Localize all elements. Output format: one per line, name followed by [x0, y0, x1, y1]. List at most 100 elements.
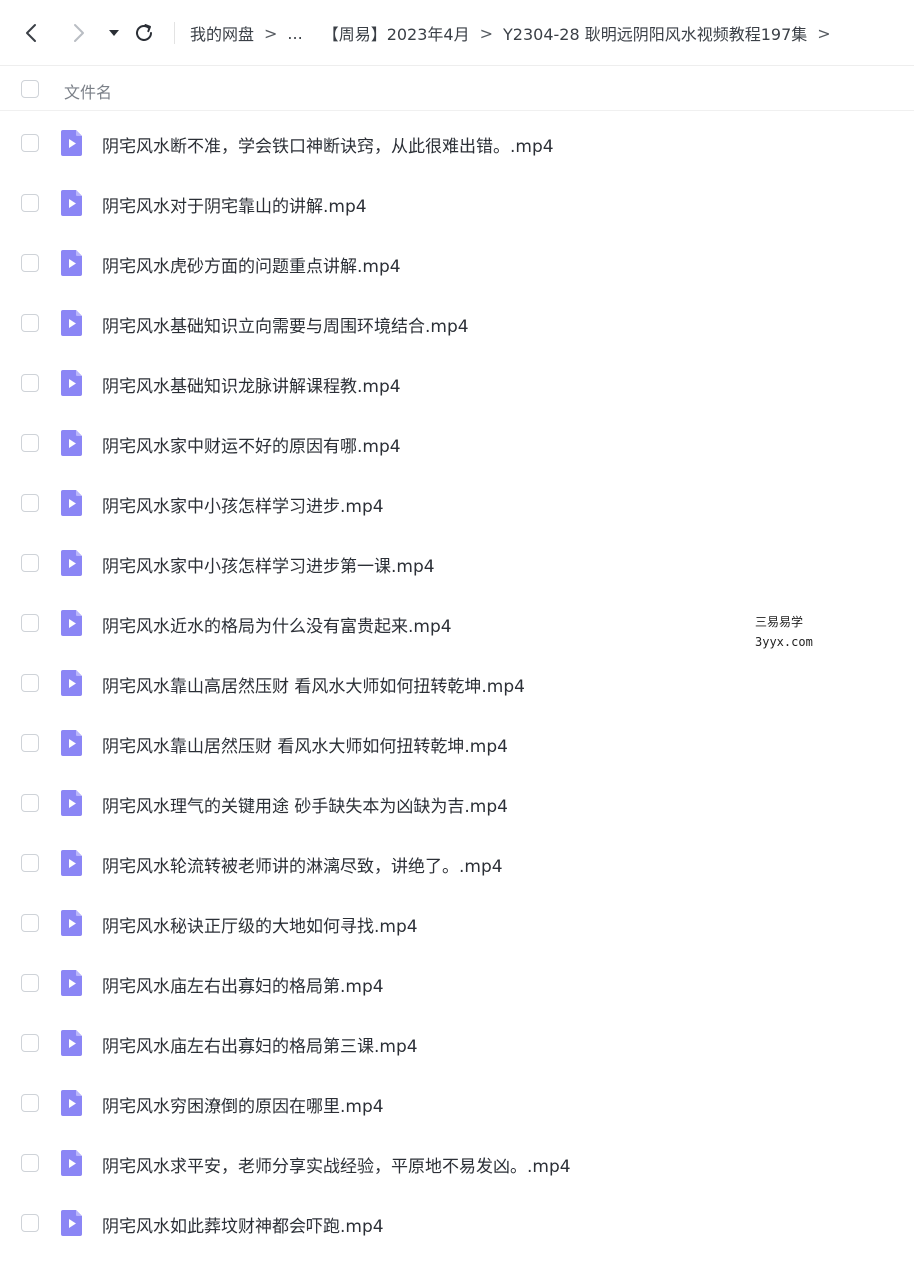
video-file-icon [61, 670, 82, 696]
video-file-icon [61, 430, 82, 456]
file-name[interactable]: 阴宅风水庙左右出寡妇的格局第三课.mp4 [102, 1032, 418, 1057]
file-name[interactable]: 阴宅风水轮流转被老师讲的淋漓尽致，讲绝了。.mp4 [102, 852, 503, 877]
video-file-icon [61, 610, 82, 636]
video-file-icon [61, 1150, 82, 1176]
video-file-icon [61, 910, 82, 936]
video-file-icon [61, 1030, 82, 1056]
file-row[interactable]: 阴宅风水断不准，学会铁口神断诀窍，从此很难出错。.mp4 [0, 113, 914, 173]
file-row[interactable]: 阴宅风水秘诀正厅级的大地如何寻找.mp4 [0, 893, 914, 953]
file-checkbox[interactable] [21, 194, 39, 212]
file-row[interactable]: 阴宅风水家中小孩怎样学习进步.mp4 [0, 473, 914, 533]
breadcrumb-item-current[interactable]: Y2304-28 耿明远阴阳风水视频教程197集 [503, 21, 807, 45]
toolbar: 我的网盘 > ... 【周易】2023年4月 > Y2304-28 耿明远阴阳风… [0, 0, 914, 66]
file-checkbox[interactable] [21, 134, 39, 152]
file-checkbox[interactable] [21, 854, 39, 872]
file-name[interactable]: 阴宅风水家中小孩怎样学习进步.mp4 [102, 492, 384, 517]
video-file-icon [61, 370, 82, 396]
video-file-icon [61, 190, 82, 216]
video-file-icon [61, 730, 82, 756]
file-row[interactable]: 阴宅风水求平安，老师分享实战经验，平原地不易发凶。.mp4 [0, 1133, 914, 1193]
video-file-icon [61, 790, 82, 816]
file-checkbox[interactable] [21, 1094, 39, 1112]
caret-down-icon [109, 30, 119, 36]
file-name[interactable]: 阴宅风水靠山居然压财 看风水大师如何扭转乾坤.mp4 [102, 732, 508, 757]
back-button[interactable] [20, 21, 44, 45]
file-row[interactable]: 阴宅风水家中财运不好的原因有哪.mp4 [0, 413, 914, 473]
file-row[interactable]: 阴宅风水家中小孩怎样学习进步第一课.mp4 [0, 533, 914, 593]
video-file-icon [61, 550, 82, 576]
file-checkbox[interactable] [21, 1034, 39, 1052]
file-name[interactable]: 阴宅风水求平安，老师分享实战经验，平原地不易发凶。.mp4 [102, 1152, 571, 1177]
video-file-icon [61, 850, 82, 876]
file-row[interactable]: 阴宅风水靠山高居然压财 看风水大师如何扭转乾坤.mp4 [0, 653, 914, 713]
video-file-icon [61, 250, 82, 276]
file-name[interactable]: 阴宅风水穷困潦倒的原因在哪里.mp4 [102, 1092, 384, 1117]
file-name[interactable]: 阴宅风水基础知识龙脉讲解课程教.mp4 [102, 372, 401, 397]
file-name[interactable]: 阴宅风水基础知识立向需要与周围环境结合.mp4 [102, 312, 469, 337]
file-name[interactable]: 阴宅风水庙左右出寡妇的格局第.mp4 [102, 972, 384, 997]
file-row[interactable]: 阴宅风水虎砂方面的问题重点讲解.mp4 [0, 233, 914, 293]
breadcrumb-separator: > [479, 23, 493, 43]
watermark: 三易易学 3yyx.com [755, 612, 813, 652]
file-checkbox[interactable] [21, 614, 39, 632]
file-browser: 我的网盘 > ... 【周易】2023年4月 > Y2304-28 耿明远阴阳风… [0, 0, 914, 1261]
file-name[interactable]: 阴宅风水虎砂方面的问题重点讲解.mp4 [102, 252, 401, 277]
file-name[interactable]: 阴宅风水秘诀正厅级的大地如何寻找.mp4 [102, 912, 418, 937]
file-list: 阴宅风水断不准，学会铁口神断诀窍，从此很难出错。.mp4 阴宅风水对于阴宅靠山的讲… [0, 113, 914, 1253]
file-name[interactable]: 阴宅风水对于阴宅靠山的讲解.mp4 [102, 192, 367, 217]
breadcrumb: 我的网盘 > ... 【周易】2023年4月 > Y2304-28 耿明远阴阳风… [190, 0, 904, 66]
file-row[interactable]: 阴宅风水庙左右出寡妇的格局第三课.mp4 [0, 1013, 914, 1073]
file-checkbox[interactable] [21, 434, 39, 452]
file-name[interactable]: 阴宅风水理气的关键用途 砂手缺失本为凶缺为吉.mp4 [102, 792, 508, 817]
chevron-right-icon [74, 24, 84, 42]
forward-button[interactable] [66, 21, 90, 45]
file-name[interactable]: 阴宅风水家中小孩怎样学习进步第一课.mp4 [102, 552, 435, 577]
file-checkbox[interactable] [21, 674, 39, 692]
file-checkbox[interactable] [21, 914, 39, 932]
breadcrumb-item-ellipsis[interactable]: ... [287, 24, 302, 43]
video-file-icon [61, 1090, 82, 1116]
video-file-icon [61, 130, 82, 156]
toolbar-divider [174, 22, 175, 44]
column-header-name[interactable]: 文件名 [64, 79, 112, 103]
file-checkbox[interactable] [21, 494, 39, 512]
file-name[interactable]: 阴宅风水近水的格局为什么没有富贵起来.mp4 [102, 612, 452, 637]
file-checkbox[interactable] [21, 1214, 39, 1232]
file-checkbox[interactable] [21, 794, 39, 812]
file-checkbox[interactable] [21, 554, 39, 572]
refresh-icon [136, 24, 152, 41]
refresh-button[interactable] [132, 21, 156, 45]
file-row[interactable]: 阴宅风水基础知识立向需要与周围环境结合.mp4 [0, 293, 914, 353]
file-row[interactable]: 阴宅风水如此葬坟财神都会吓跑.mp4 [0, 1193, 914, 1253]
video-file-icon [61, 310, 82, 336]
chevron-left-icon [26, 24, 36, 42]
video-file-icon [61, 490, 82, 516]
file-name[interactable]: 阴宅风水家中财运不好的原因有哪.mp4 [102, 432, 401, 457]
history-dropdown-button[interactable] [102, 21, 126, 45]
file-checkbox[interactable] [21, 974, 39, 992]
file-name[interactable]: 阴宅风水靠山高居然压财 看风水大师如何扭转乾坤.mp4 [102, 672, 525, 697]
file-row[interactable]: 阴宅风水穷困潦倒的原因在哪里.mp4 [0, 1073, 914, 1133]
video-file-icon [61, 1210, 82, 1236]
breadcrumb-item-month[interactable]: 【周易】2023年4月 [323, 21, 470, 45]
file-checkbox[interactable] [21, 734, 39, 752]
file-checkbox[interactable] [21, 254, 39, 272]
file-row[interactable]: 阴宅风水轮流转被老师讲的淋漓尽致，讲绝了。.mp4 [0, 833, 914, 893]
watermark-line-1: 三易易学 [755, 615, 804, 629]
file-name[interactable]: 阴宅风水如此葬坟财神都会吓跑.mp4 [102, 1212, 384, 1237]
file-checkbox[interactable] [21, 314, 39, 332]
file-checkbox[interactable] [21, 374, 39, 392]
file-row[interactable]: 阴宅风水靠山居然压财 看风水大师如何扭转乾坤.mp4 [0, 713, 914, 773]
file-row[interactable]: 阴宅风水庙左右出寡妇的格局第.mp4 [0, 953, 914, 1013]
file-row[interactable]: 阴宅风水理气的关键用途 砂手缺失本为凶缺为吉.mp4 [0, 773, 914, 833]
select-all-checkbox[interactable] [21, 80, 39, 98]
file-checkbox[interactable] [21, 1154, 39, 1172]
video-file-icon [61, 970, 82, 996]
breadcrumb-item-root[interactable]: 我的网盘 [190, 21, 254, 45]
file-name[interactable]: 阴宅风水断不准，学会铁口神断诀窍，从此很难出错。.mp4 [102, 132, 554, 157]
breadcrumb-separator: > [264, 23, 278, 43]
file-row[interactable]: 阴宅风水基础知识龙脉讲解课程教.mp4 [0, 353, 914, 413]
file-row[interactable]: 阴宅风水对于阴宅靠山的讲解.mp4 [0, 173, 914, 233]
breadcrumb-separator: > [817, 23, 831, 43]
list-header: 文件名 [0, 67, 914, 111]
